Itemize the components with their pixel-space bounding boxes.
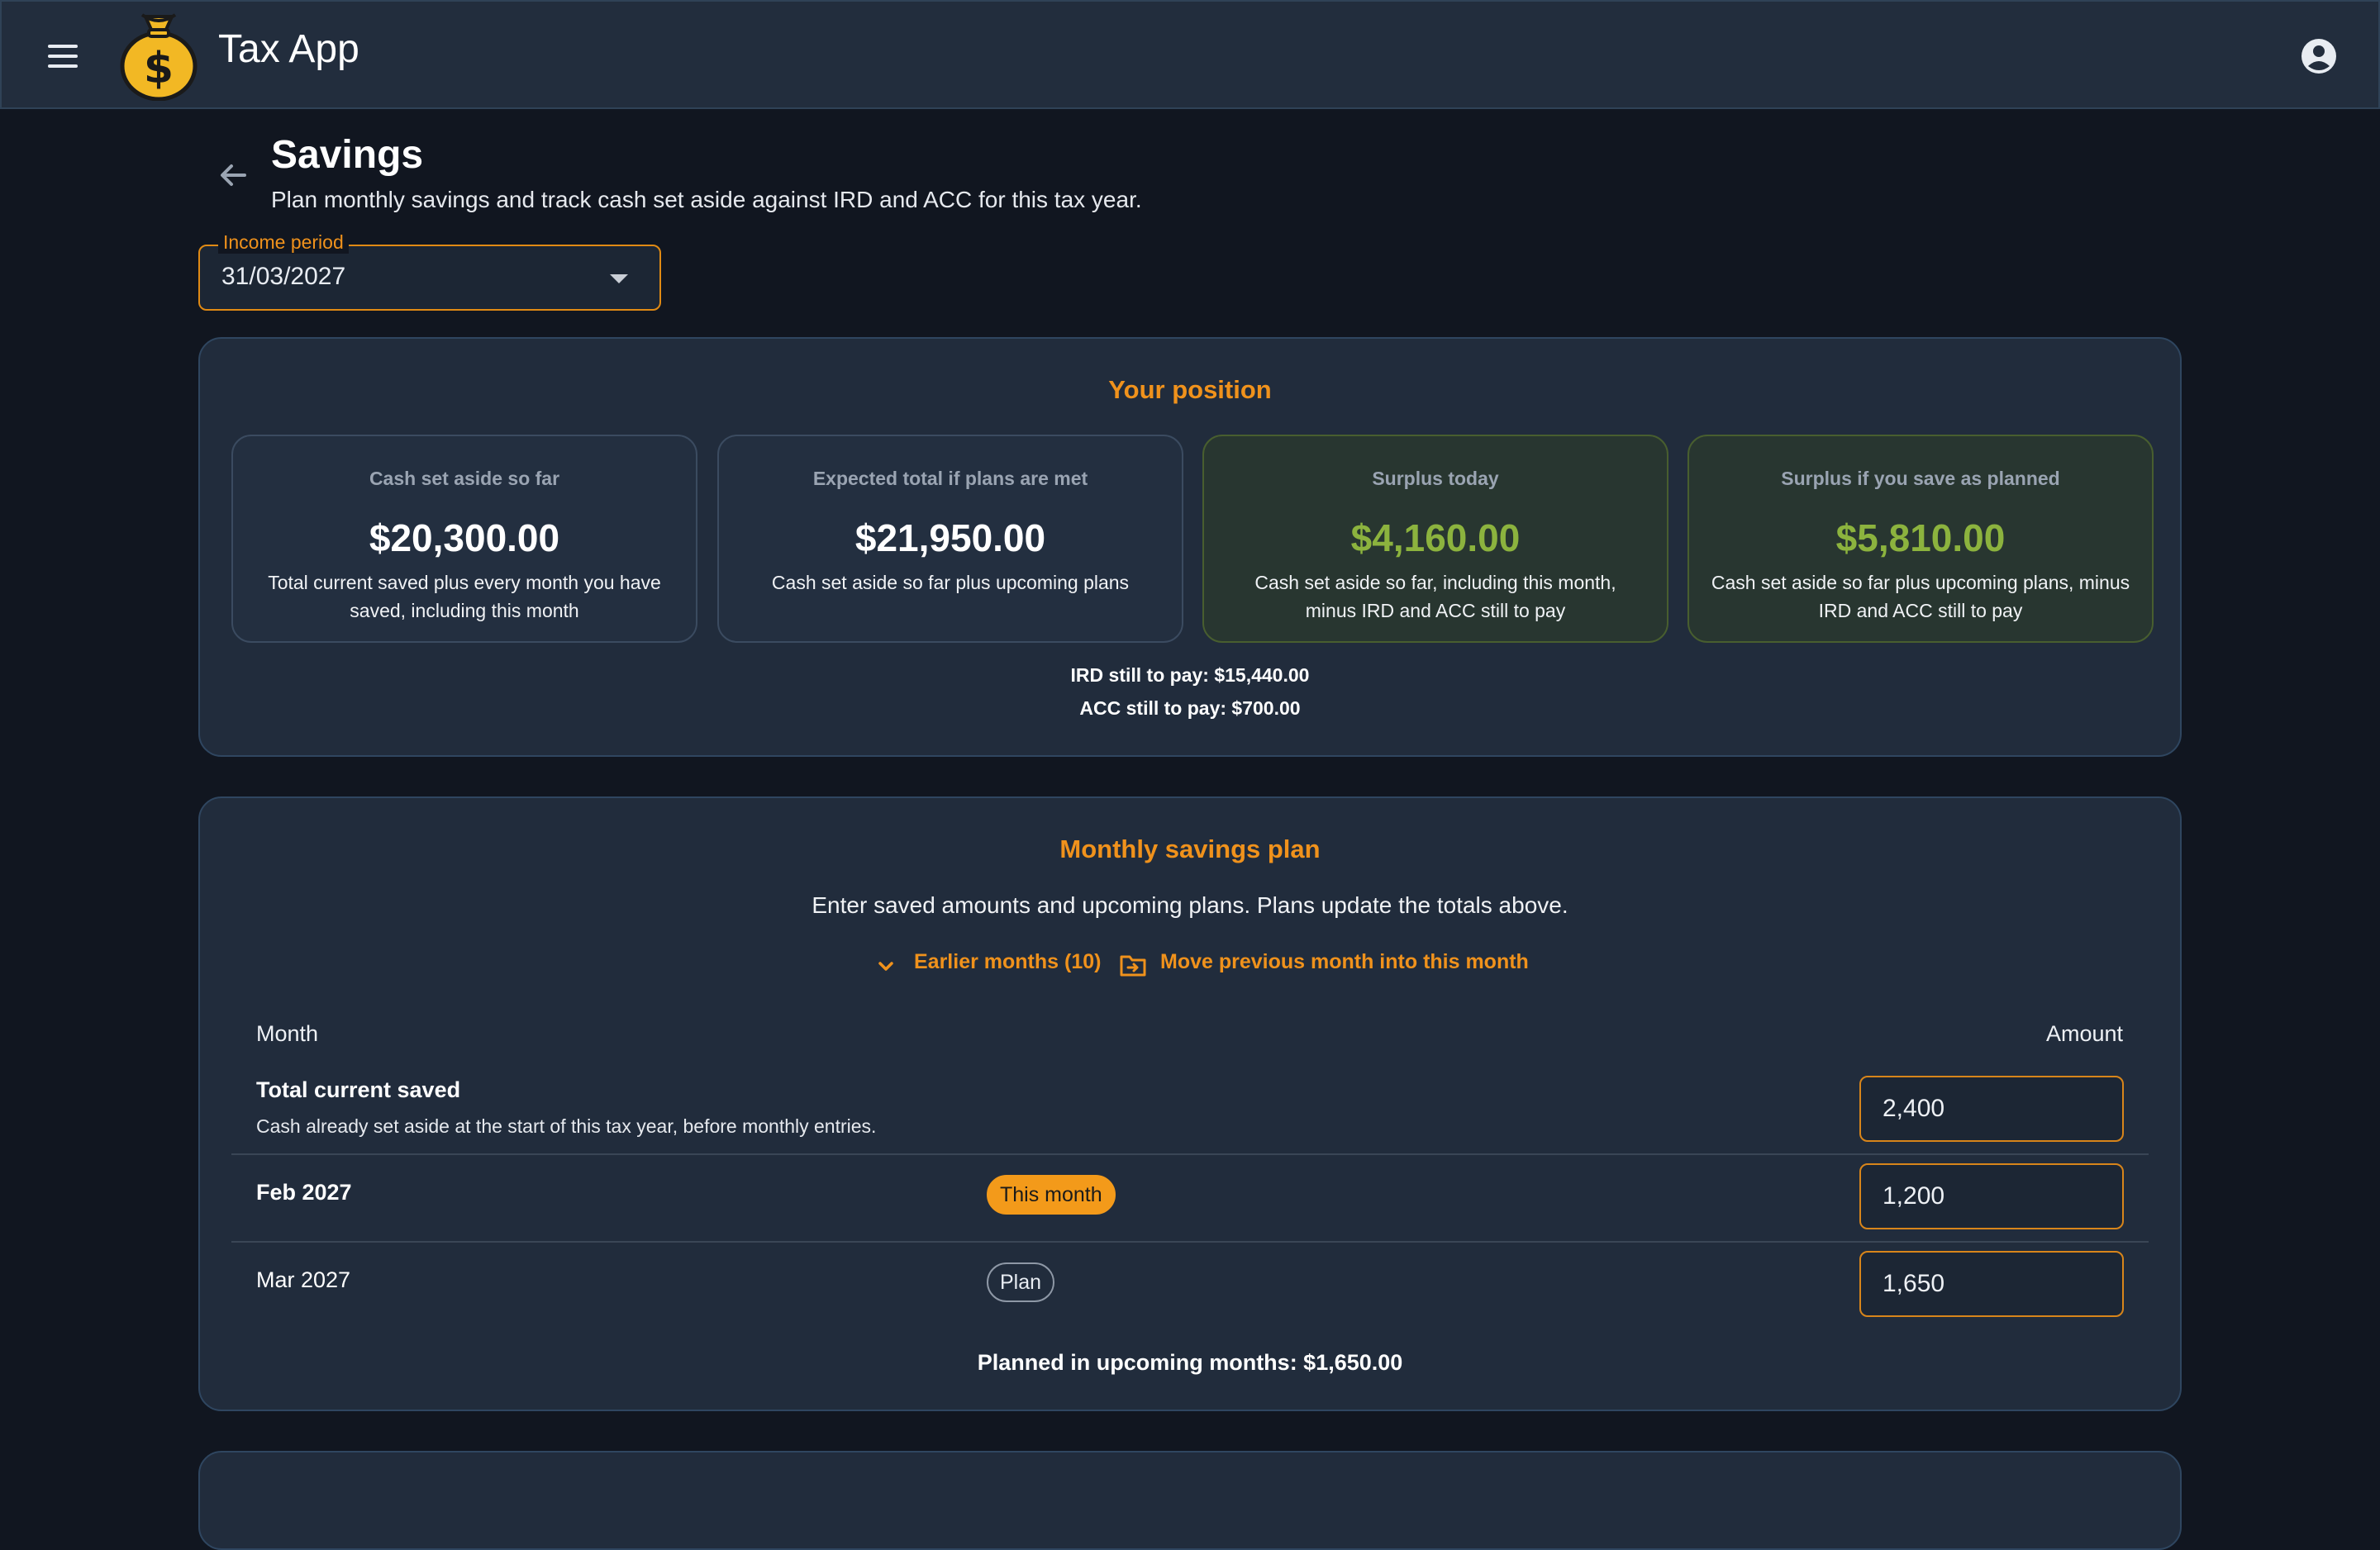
card-label: Cash set aside so far (369, 468, 560, 489)
money-bag-icon: $ (120, 13, 198, 101)
amount-column-header: Amount (2046, 1021, 2124, 1046)
expected-total-card: Expected total if plans are met $21,950.… (717, 435, 1183, 643)
card-description: Cash set aside so far, including this mo… (1254, 572, 1616, 621)
card-value: $20,300.00 (369, 516, 560, 559)
card-value: $5,810.00 (1835, 516, 2006, 559)
surplus-today-card: Surplus today $4,160.00 Cash set aside s… (1202, 435, 1668, 643)
savings-plan-title: Monthly savings plan (1059, 834, 1321, 863)
card-label: Surplus today (1372, 468, 1499, 489)
card-value: $4,160.00 (1350, 516, 1521, 559)
card-label: Surplus if you save as planned (1781, 468, 2060, 489)
card-label: Expected total if plans are met (812, 468, 1088, 489)
page-header: Savings Plan monthly savings and track c… (198, 132, 1355, 223)
plan-badge: Plan (987, 1262, 1055, 1302)
month-label-feb-2027: Feb 2027 (256, 1180, 352, 1205)
folder-move-icon[interactable] (1119, 952, 1147, 978)
arrow-back-icon[interactable] (215, 157, 251, 193)
planned-upcoming-total: Planned in upcoming months: $1,650.00 (977, 1350, 1403, 1375)
card-description: Cash set aside so far plus upcoming plan… (1711, 572, 2130, 621)
dropdown-arrow-icon (610, 274, 628, 283)
acc-still-to-pay: ACC still to pay: $700.00 (1079, 697, 1301, 719)
savings-plan-panel: Monthly savings plan Enter saved amounts… (198, 796, 2182, 1411)
svg-text:$: $ (144, 44, 174, 93)
app-title: Tax App (218, 27, 359, 71)
income-period-value: 31/03/2027 (221, 263, 346, 290)
position-panel: Your position Cash set aside so far $20,… (198, 337, 2182, 757)
earlier-months-link[interactable]: Earlier months (10) (914, 950, 1101, 974)
move-previous-month-link[interactable]: Move previous month into this month (1160, 950, 1529, 974)
app-bar: $ Tax App (0, 0, 2380, 109)
card-description: Cash set aside so far plus upcoming plan… (771, 572, 1130, 593)
row-divider (231, 1241, 2149, 1243)
hamburger-icon-line (48, 45, 78, 48)
ird-still-to-pay: IRD still to pay: $15,440.00 (1070, 664, 1310, 686)
total-current-saved-description: Cash already set aside at the start of t… (256, 1115, 877, 1137)
hamburger-icon-line (48, 55, 78, 58)
position-title: Your position (1108, 375, 1272, 404)
page-title: Savings (271, 133, 424, 177)
account-circle-icon[interactable] (2299, 36, 2339, 76)
this-month-badge: This month (987, 1175, 1116, 1215)
row-divider (231, 1153, 2149, 1155)
income-period-label: Income period (218, 231, 349, 254)
savings-plan-description: Enter saved amounts and upcoming plans. … (812, 892, 1568, 918)
card-value: $21,950.00 (854, 516, 1046, 559)
chevron-down-icon[interactable] (876, 957, 896, 977)
total-current-saved-input[interactable] (1859, 1076, 2124, 1142)
income-period-select[interactable]: Income period 31/03/2027 (198, 231, 661, 311)
hamburger-icon-line (48, 64, 78, 68)
month-label-mar-2027: Mar 2027 (256, 1267, 351, 1292)
amount-input-feb-2027[interactable] (1859, 1163, 2124, 1229)
surplus-planned-card: Surplus if you save as planned $5,810.00… (1687, 435, 2154, 643)
hamburger-menu-button[interactable] (43, 36, 83, 76)
total-current-saved-label: Total current saved (256, 1077, 461, 1102)
month-column-header: Month (256, 1021, 319, 1046)
cash-set-aside-card: Cash set aside so far $20,300.00 Total c… (231, 435, 697, 643)
amount-input-mar-2027[interactable] (1859, 1251, 2124, 1317)
page-subtitle: Plan monthly savings and track cash set … (271, 187, 1142, 212)
card-description: Total current saved plus every month you… (268, 572, 661, 621)
next-panel (198, 1451, 2182, 1550)
